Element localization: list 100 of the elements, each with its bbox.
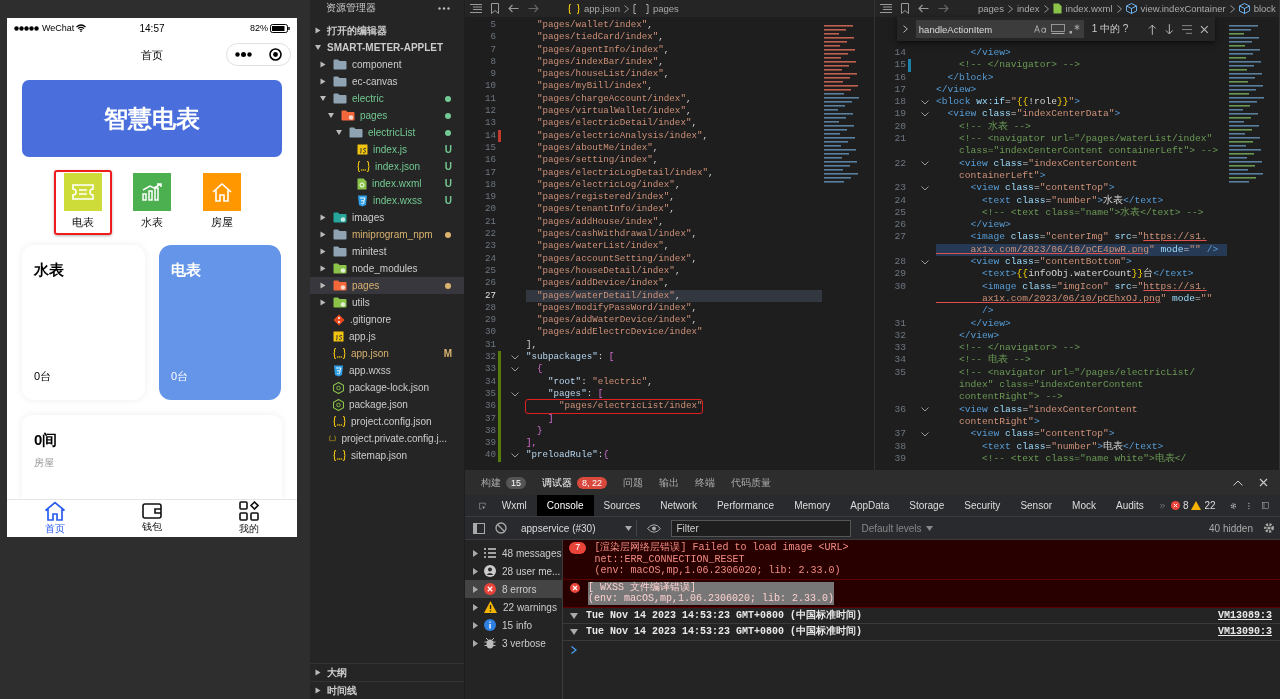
fold-chevron-icon[interactable] — [921, 407, 929, 413]
expand-triangle-icon[interactable] — [570, 629, 578, 636]
fold-chevron-icon[interactable] — [921, 259, 929, 265]
more-icon[interactable] — [235, 52, 253, 57]
section-header[interactable]: 打开的编辑器 — [310, 22, 464, 39]
more-icon[interactable] — [438, 6, 450, 10]
file-tree-item[interactable]: pages — [310, 277, 464, 294]
file-tree-item[interactable]: app.wxss — [310, 362, 464, 379]
back-arrow-icon[interactable] — [918, 4, 929, 13]
devtools-tab[interactable]: AppData — [840, 495, 900, 516]
tab-bar-item[interactable]: 钱包 — [122, 500, 182, 537]
devtools-tab[interactable]: Mock — [1062, 495, 1106, 516]
file-tree-item[interactable]: app.js — [310, 328, 464, 345]
regex-icon[interactable] — [1068, 24, 1080, 34]
dock-icon[interactable] — [1262, 500, 1269, 511]
file-tree-item[interactable]: ec-canvas — [310, 73, 464, 90]
file-tree-item[interactable]: electricList — [310, 124, 464, 141]
message-filter[interactable]: 48 messages — [465, 544, 562, 562]
file-tree-item[interactable]: node_modules — [310, 260, 464, 277]
outline-icon[interactable] — [470, 4, 482, 13]
devtools-tab[interactable]: Console — [536, 495, 594, 516]
panel-tab[interactable]: 代码质量 — [731, 475, 772, 490]
file-tree-item[interactable]: project.private.config.j... — [310, 430, 464, 447]
devtools-tab[interactable]: Sources — [593, 495, 651, 516]
fold-chevron-icon[interactable] — [921, 185, 929, 191]
devtools-tab[interactable]: Sensor — [1010, 495, 1063, 516]
devtools-tab[interactable]: Wxml — [491, 495, 537, 516]
tab-bar-item[interactable]: 首页 — [25, 500, 86, 537]
fold-chevron-icon[interactable] — [511, 391, 519, 397]
chevron-icon[interactable] — [903, 25, 908, 33]
file-tree-item[interactable]: index.js U — [310, 141, 464, 158]
forward-arrow-icon[interactable] — [938, 4, 949, 13]
message-filter[interactable]: 28 user me... — [465, 562, 562, 580]
whole-word-icon[interactable] — [1050, 24, 1065, 34]
forward-arrow-icon[interactable] — [528, 4, 539, 13]
breadcrumb-item[interactable]: app.json — [584, 3, 620, 14]
file-tree-item[interactable]: package-lock.json — [310, 379, 464, 396]
file-tree-item[interactable]: index.wxml U — [310, 175, 464, 192]
shortcut-item[interactable]: 电表 — [53, 170, 112, 235]
message-filter[interactable]: 15 info — [465, 616, 562, 634]
close-icon[interactable] — [1200, 24, 1209, 34]
outline-icon[interactable] — [880, 4, 892, 13]
file-tree-item[interactable]: app.json M — [310, 345, 464, 362]
devtools-tab[interactable]: Security — [954, 495, 1011, 516]
breadcrumb-item[interactable]: index — [1016, 3, 1040, 14]
inspect-icon[interactable] — [479, 499, 486, 512]
file-tree-item[interactable]: package.json — [310, 396, 464, 413]
file-tree-item[interactable]: utils — [310, 294, 464, 311]
close-icon[interactable] — [1259, 478, 1268, 487]
meter-card[interactable]: 水表 0台 — [22, 245, 145, 400]
breadcrumb-item[interactable]: index.wxml — [1065, 3, 1113, 14]
message-filter[interactable]: 3 verbose — [465, 634, 562, 652]
devtools-tab[interactable]: Storage — [899, 495, 955, 516]
bookmark-icon[interactable] — [901, 3, 909, 14]
up-arrow-icon[interactable] — [1148, 23, 1158, 35]
devtools-tab[interactable]: Audits — [1105, 495, 1154, 516]
levels-dropdown[interactable]: Default levels — [861, 522, 933, 534]
fold-chevron-icon[interactable] — [921, 112, 929, 118]
fold-chevron-icon[interactable] — [511, 453, 519, 459]
fold-chevron-icon[interactable] — [921, 431, 929, 437]
panel-tab[interactable]: 输出 — [659, 475, 680, 490]
expand-triangle-icon[interactable] — [570, 612, 578, 619]
file-tree-item[interactable]: component — [310, 56, 464, 73]
panel-tab[interactable]: 构建 15 — [481, 475, 526, 490]
target-icon[interactable] — [268, 48, 282, 61]
tab-bar-item[interactable]: 我的 — [218, 500, 279, 537]
devtools-tab[interactable]: Performance — [706, 495, 785, 516]
file-tree-item[interactable]: index.wxss U — [310, 192, 464, 209]
find-field[interactable]: handleActionItem — [915, 20, 1084, 38]
collapse-icon[interactable] — [1233, 479, 1243, 486]
file-tree-item[interactable]: minitest — [310, 243, 464, 260]
breadcrumb-item[interactable]: block — [1253, 3, 1276, 14]
file-tree-item[interactable]: electric — [310, 90, 464, 107]
match-case-icon[interactable] — [1033, 25, 1047, 33]
panel-tab[interactable]: 终端 — [695, 475, 716, 490]
clear-console-icon[interactable] — [495, 522, 507, 534]
message-filter[interactable]: 8 errors — [465, 580, 562, 598]
breadcrumb-item[interactable]: pages — [978, 3, 1004, 14]
breadcrumb-item[interactable]: pages — [652, 3, 679, 14]
file-tree-item[interactable]: sitemap.json — [310, 447, 464, 464]
settings-icon[interactable] — [1263, 522, 1275, 534]
fold-chevron-icon[interactable] — [921, 161, 929, 167]
section-header[interactable]: SMART-METER-APPLET — [310, 39, 464, 56]
fold-chevron-icon[interactable] — [921, 99, 929, 105]
file-tree-item[interactable]: index.json U — [310, 158, 464, 175]
file-tree-item[interactable]: .gitignore — [310, 311, 464, 328]
file-tree-item[interactable]: project.config.json — [310, 413, 464, 430]
shortcut-item[interactable]: 水表 — [123, 170, 182, 235]
bookmark-icon[interactable] — [491, 3, 499, 14]
eye-icon[interactable] — [647, 523, 662, 533]
fold-chevron-icon[interactable] — [511, 366, 519, 372]
source-link[interactable]: VM13090:3 — [1218, 626, 1272, 638]
prompt-icon[interactable] — [571, 645, 577, 654]
shortcut-item[interactable]: 房屋 — [193, 170, 252, 235]
section-header[interactable]: 时间线 — [310, 681, 464, 699]
context-select[interactable]: appservice (#30) — [517, 520, 638, 536]
panel-tab[interactable]: 调试器 8, 22 — [542, 475, 608, 490]
sidebar-toggle-icon[interactable] — [473, 522, 485, 534]
file-tree-item[interactable]: miniprogram_npm — [310, 226, 464, 243]
devtools-tab[interactable]: Network — [650, 495, 707, 516]
